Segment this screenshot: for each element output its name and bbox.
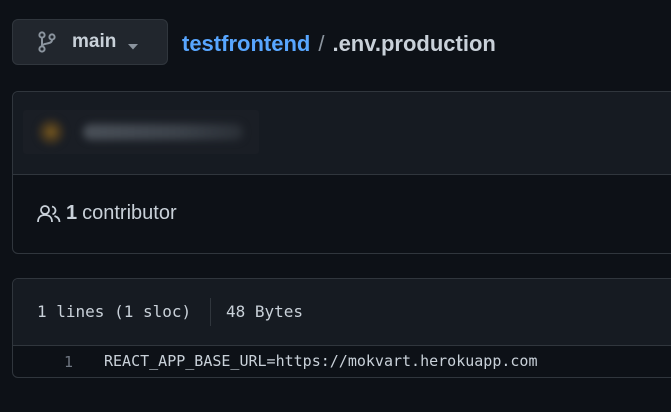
file-lines-info: 1 lines (1 sloc) bbox=[37, 302, 192, 321]
git-branch-icon bbox=[37, 31, 57, 53]
branch-select-button[interactable]: main bbox=[12, 19, 168, 65]
avatar bbox=[37, 118, 65, 146]
contributors-link[interactable]: 1 contributor bbox=[37, 202, 177, 225]
blurred-author-name bbox=[83, 124, 243, 140]
breadcrumb-file-name: .env.production bbox=[332, 31, 496, 56]
breadcrumb-repo-link[interactable]: testfrontend bbox=[182, 31, 310, 56]
file-size: 48 Bytes bbox=[226, 302, 304, 321]
branch-name: main bbox=[72, 31, 117, 52]
contributors-label: contributor bbox=[82, 202, 177, 224]
code-line-text: REACT_APP_BASE_URL=https://mokvart.herok… bbox=[104, 352, 538, 370]
breadcrumb-separator: / bbox=[318, 31, 325, 56]
line-number-text: 1 bbox=[63, 353, 73, 371]
file-info-divider bbox=[210, 298, 211, 326]
breadcrumb: testfrontend / .env.production bbox=[182, 30, 496, 58]
people-icon bbox=[37, 204, 61, 224]
code-line: 1 REACT_APP_BASE_URL=https://mokvart.her… bbox=[13, 346, 671, 377]
contributors-count: 1 bbox=[66, 202, 78, 224]
latest-commit-box: 1 contributor bbox=[12, 91, 671, 254]
file-info-header: 1 lines (1 sloc) 48 Bytes bbox=[13, 279, 671, 346]
blurred-commit-info bbox=[23, 110, 259, 154]
commit-header bbox=[13, 92, 671, 175]
triangle-down-icon bbox=[127, 38, 139, 50]
file-content-box: 1 lines (1 sloc) 48 Bytes 1 REACT_APP_BA… bbox=[12, 278, 671, 378]
file-view-page: main testfrontend / .env.production 1 co… bbox=[0, 0, 671, 412]
